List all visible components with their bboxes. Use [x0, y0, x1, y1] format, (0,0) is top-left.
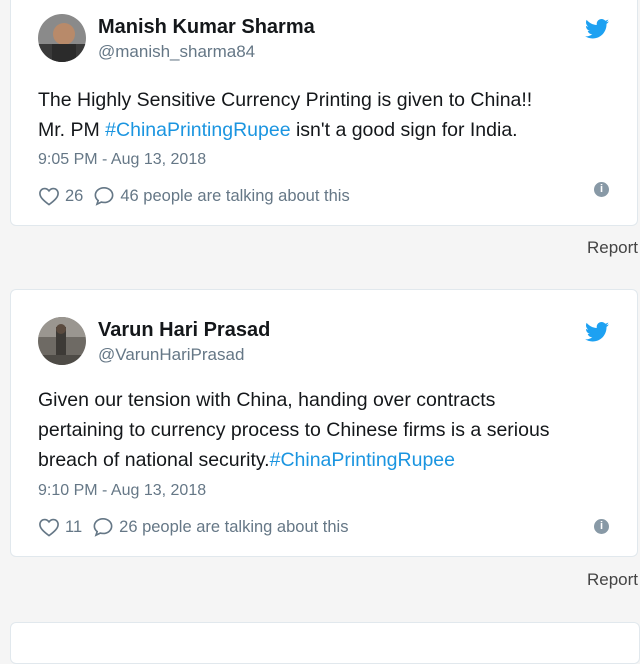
avatar[interactable]	[38, 317, 86, 365]
tweet-card-2: Varun Hari Prasad @VarunHariPrasad Given…	[10, 289, 638, 557]
tweet-actions: 11 26 people are talking about this	[38, 517, 348, 537]
info-icon[interactable]: i	[594, 182, 609, 197]
author-name[interactable]: Varun Hari Prasad	[98, 319, 270, 342]
report-link[interactable]: Report	[587, 238, 638, 258]
avatar[interactable]	[38, 14, 86, 62]
tweet-text-line: Given our tension with China, handing ov…	[38, 389, 496, 411]
like-count: 11	[65, 517, 83, 536]
tweet-text-fragment: isn't a good sign for India.	[290, 119, 518, 141]
tweet-text-line: The Highly Sensitive Currency Printing i…	[38, 89, 533, 111]
hashtag-link[interactable]: #ChinaPrintingRupee	[270, 449, 455, 471]
speech-bubble-icon[interactable]	[92, 517, 114, 537]
talking-about-link[interactable]: 46 people are talking about this	[120, 187, 349, 206]
tweet-text-line: breach of national security.#ChinaPrinti…	[38, 445, 623, 475]
like-count: 26	[65, 186, 84, 205]
tweet-actions: 26 46 people are talking about this	[38, 186, 350, 206]
author-name[interactable]: Manish Kumar Sharma	[98, 16, 315, 39]
tweet-timestamp[interactable]: 9:05 PM - Aug 13, 2018	[38, 151, 206, 169]
talking-about-link[interactable]: 26 people are talking about this	[119, 518, 348, 537]
tweet-text: The Highly Sensitive Currency Printing i…	[38, 85, 623, 145]
heart-icon[interactable]	[38, 517, 60, 537]
heart-icon[interactable]	[38, 186, 60, 206]
hashtag-link[interactable]: #ChinaPrintingRupee	[105, 119, 290, 141]
author-handle[interactable]: @manish_sharma84	[98, 42, 255, 62]
info-icon[interactable]: i	[594, 519, 609, 534]
tweet-card-1: Manish Kumar Sharma @manish_sharma84 The…	[10, 0, 638, 226]
speech-bubble-icon[interactable]	[93, 186, 115, 206]
tweet-text: Given our tension with China, handing ov…	[38, 385, 623, 475]
tweet-text-fragment: Mr. PM	[38, 119, 106, 141]
tweet-text-fragment: breach of national security.	[38, 449, 270, 471]
tweet-text-line: Mr. PM #ChinaPrintingRupee isn't a good …	[38, 115, 623, 145]
twitter-bird-icon[interactable]	[585, 19, 609, 39]
next-embed-card	[10, 622, 640, 664]
tweet-timestamp[interactable]: 9:10 PM - Aug 13, 2018	[38, 482, 206, 500]
tweet-text-line: pertaining to currency process to Chines…	[38, 419, 550, 441]
twitter-bird-icon[interactable]	[585, 322, 609, 342]
report-link[interactable]: Report	[587, 570, 638, 590]
author-handle[interactable]: @VarunHariPrasad	[98, 345, 244, 365]
